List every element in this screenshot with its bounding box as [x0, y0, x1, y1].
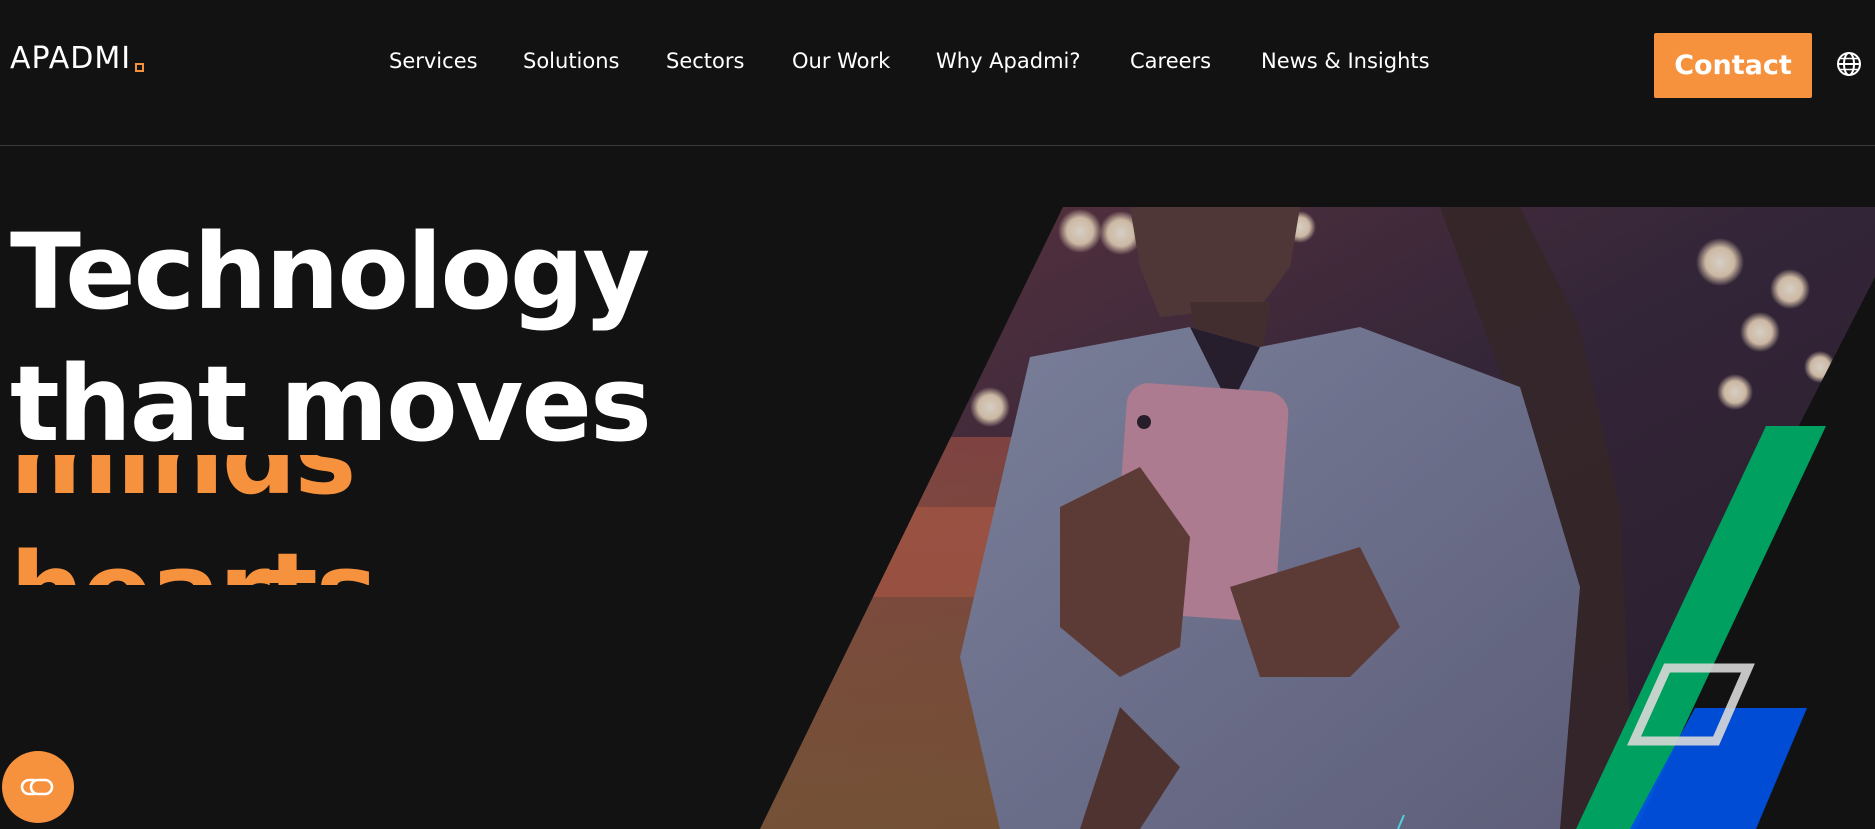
apadmi-logo[interactable]: APADMI: [10, 41, 145, 76]
nav-item-news-insights[interactable]: News & Insights: [1261, 49, 1430, 73]
nav-item-sectors[interactable]: Sectors: [666, 49, 744, 73]
chat-button[interactable]: [2, 751, 74, 823]
nav-item-services[interactable]: Services: [389, 49, 478, 73]
globe-icon[interactable]: [1836, 51, 1862, 77]
site-header: APADMI Services Solutions Sectors Our Wo…: [0, 0, 1875, 146]
nav-item-careers[interactable]: Careers: [1130, 49, 1211, 73]
page: APADMI Services Solutions Sectors Our Wo…: [0, 0, 1875, 829]
logo-text: APADMI: [10, 41, 132, 76]
hero-photo: [760, 207, 1875, 829]
logo-square-icon: [135, 63, 145, 72]
nav-item-our-work[interactable]: Our Work: [792, 49, 890, 73]
headline-rotating-words: minds hearts: [10, 455, 710, 585]
chat-link-icon: [20, 778, 54, 796]
headline-line-1: Technology: [10, 211, 650, 333]
nav-item-solutions[interactable]: Solutions: [523, 49, 620, 73]
contact-button[interactable]: Contact: [1654, 33, 1812, 98]
headline-line-2: that moves: [10, 343, 652, 465]
nav-item-why-apadmi[interactable]: Why Apadmi?: [936, 49, 1081, 73]
hero-headline: Technology that moves: [10, 206, 652, 470]
rotating-word-hearts: hearts: [10, 539, 378, 585]
